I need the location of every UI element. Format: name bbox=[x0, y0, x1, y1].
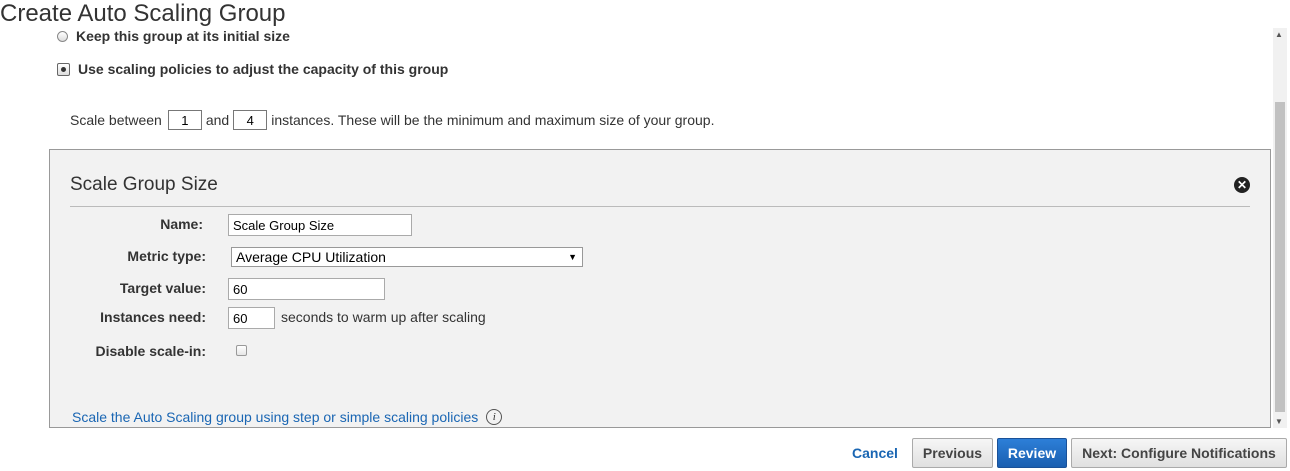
info-icon[interactable]: i bbox=[486, 409, 503, 425]
chevron-down-icon: ▼ bbox=[568, 252, 577, 262]
use-policies-radio[interactable] bbox=[57, 62, 70, 76]
metric-type-select[interactable]: Average CPU Utilization ▼ bbox=[231, 247, 583, 267]
use-policies-option[interactable]: Use scaling policies to adjust the capac… bbox=[57, 61, 448, 77]
scale-policy-panel: Scale Group Size ✕ Name: Metric type: Av… bbox=[49, 149, 1271, 428]
page-title: Create Auto Scaling Group bbox=[0, 0, 286, 27]
disable-scale-in-label: Disable scale-in: bbox=[95, 343, 207, 359]
scale-suffix: instances. These will be the minimum and… bbox=[271, 112, 715, 128]
disable-scale-in-checkbox[interactable] bbox=[236, 345, 247, 356]
next-configure-notifications-button[interactable]: Next: Configure Notifications bbox=[1071, 438, 1287, 468]
scale-prefix: Scale between bbox=[70, 112, 162, 128]
use-policies-label: Use scaling policies to adjust the capac… bbox=[78, 61, 449, 77]
keep-size-label: Keep this group at its initial size bbox=[76, 28, 290, 44]
metric-type-value: Average CPU Utilization bbox=[236, 249, 386, 265]
step-scaling-link-row: Scale the Auto Scaling group using step … bbox=[72, 409, 503, 425]
min-size-input[interactable] bbox=[167, 110, 202, 130]
scale-range-row: Scale between and instances. These will … bbox=[70, 110, 714, 130]
keep-size-radio[interactable] bbox=[57, 30, 68, 42]
target-value-input[interactable] bbox=[228, 278, 385, 300]
scaling-policy-section: Keep this group at its initial size Use … bbox=[0, 28, 1273, 428]
metric-type-label: Metric type: bbox=[127, 248, 206, 264]
panel-divider bbox=[70, 206, 1250, 207]
scroll-thumb[interactable] bbox=[1275, 102, 1285, 412]
review-button[interactable]: Review bbox=[997, 438, 1067, 468]
close-icon[interactable]: ✕ bbox=[1234, 177, 1250, 193]
max-size-input[interactable] bbox=[233, 110, 268, 130]
name-label: Name: bbox=[160, 216, 203, 232]
warmup-label: Instances need: bbox=[100, 309, 206, 325]
keep-size-option[interactable]: Keep this group at its initial size bbox=[57, 28, 290, 44]
vertical-scrollbar[interactable]: ▲ ▼ bbox=[1273, 28, 1287, 428]
scale-and: and bbox=[205, 112, 230, 128]
step-scaling-link[interactable]: Scale the Auto Scaling group using step … bbox=[72, 409, 478, 425]
policy-title: Scale Group Size bbox=[70, 174, 218, 195]
warmup-input[interactable] bbox=[228, 307, 275, 329]
scroll-down-arrow-icon[interactable]: ▼ bbox=[1275, 417, 1283, 426]
scroll-up-arrow-icon[interactable]: ▲ bbox=[1275, 30, 1283, 39]
previous-button[interactable]: Previous bbox=[912, 438, 993, 468]
warmup-suffix: seconds to warm up after scaling bbox=[281, 309, 486, 325]
target-value-label: Target value: bbox=[119, 280, 206, 296]
policy-name-input[interactable] bbox=[228, 214, 412, 236]
cancel-button[interactable]: Cancel bbox=[843, 438, 907, 468]
